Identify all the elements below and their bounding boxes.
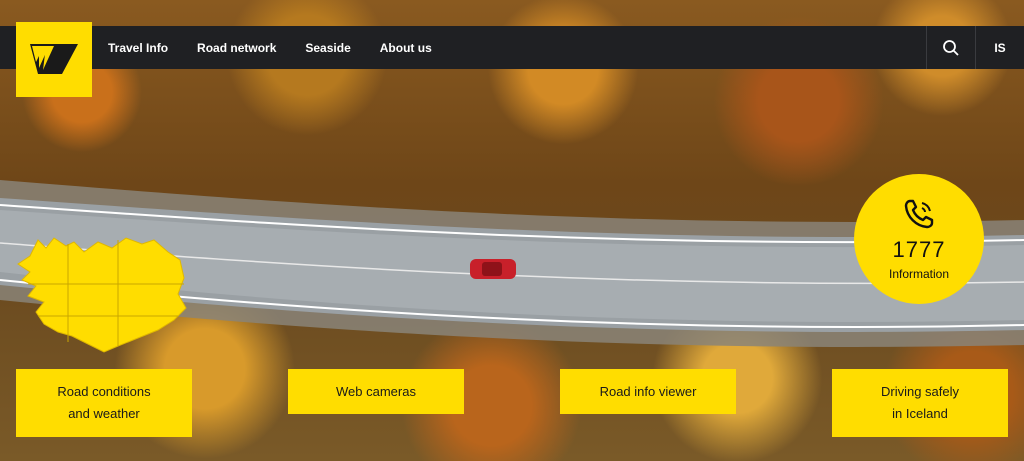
driving-safely-label: Driving safely in Iceland	[880, 384, 960, 421]
iceland-map[interactable]	[8, 234, 188, 361]
nav-link-road-network[interactable]: Road network	[197, 41, 276, 55]
site-logo[interactable]	[16, 22, 92, 97]
information-label: Information	[888, 267, 950, 281]
web-cameras-label: Web cameras	[336, 383, 416, 399]
nav-link-seaside[interactable]: Seaside	[305, 41, 350, 55]
driving-safely-button[interactable]: Driving safely in Iceland	[832, 369, 1008, 437]
nav-link-travel-info[interactable]: Travel Info	[108, 41, 168, 55]
nav-utilities: IS	[926, 26, 1024, 69]
vegagerdin-logo-icon	[30, 44, 78, 74]
car-icon	[470, 259, 516, 279]
language-switch-button[interactable]: IS	[975, 26, 1024, 69]
iceland-map-icon	[17, 237, 187, 353]
web-cameras-button[interactable]: Web cameras	[288, 369, 464, 414]
information-phone-number: 1777	[892, 237, 946, 262]
top-navigation-bar: Travel Info Road network Seaside About u…	[0, 26, 1024, 69]
search-button[interactable]	[926, 26, 975, 69]
road-conditions-label: Road conditions and weather	[57, 384, 151, 421]
search-icon	[943, 39, 959, 56]
road-conditions-button[interactable]: Road conditions and weather	[16, 369, 192, 437]
main-menu: Travel Info Road network Seaside About u…	[108, 26, 432, 69]
nav-link-about-us[interactable]: About us	[380, 41, 432, 55]
road-info-viewer-button[interactable]: Road info viewer	[560, 369, 736, 414]
information-phone-badge[interactable]: 1777 Information	[854, 174, 984, 304]
road-info-viewer-label: Road info viewer	[599, 383, 697, 399]
phone-icon	[904, 199, 934, 229]
